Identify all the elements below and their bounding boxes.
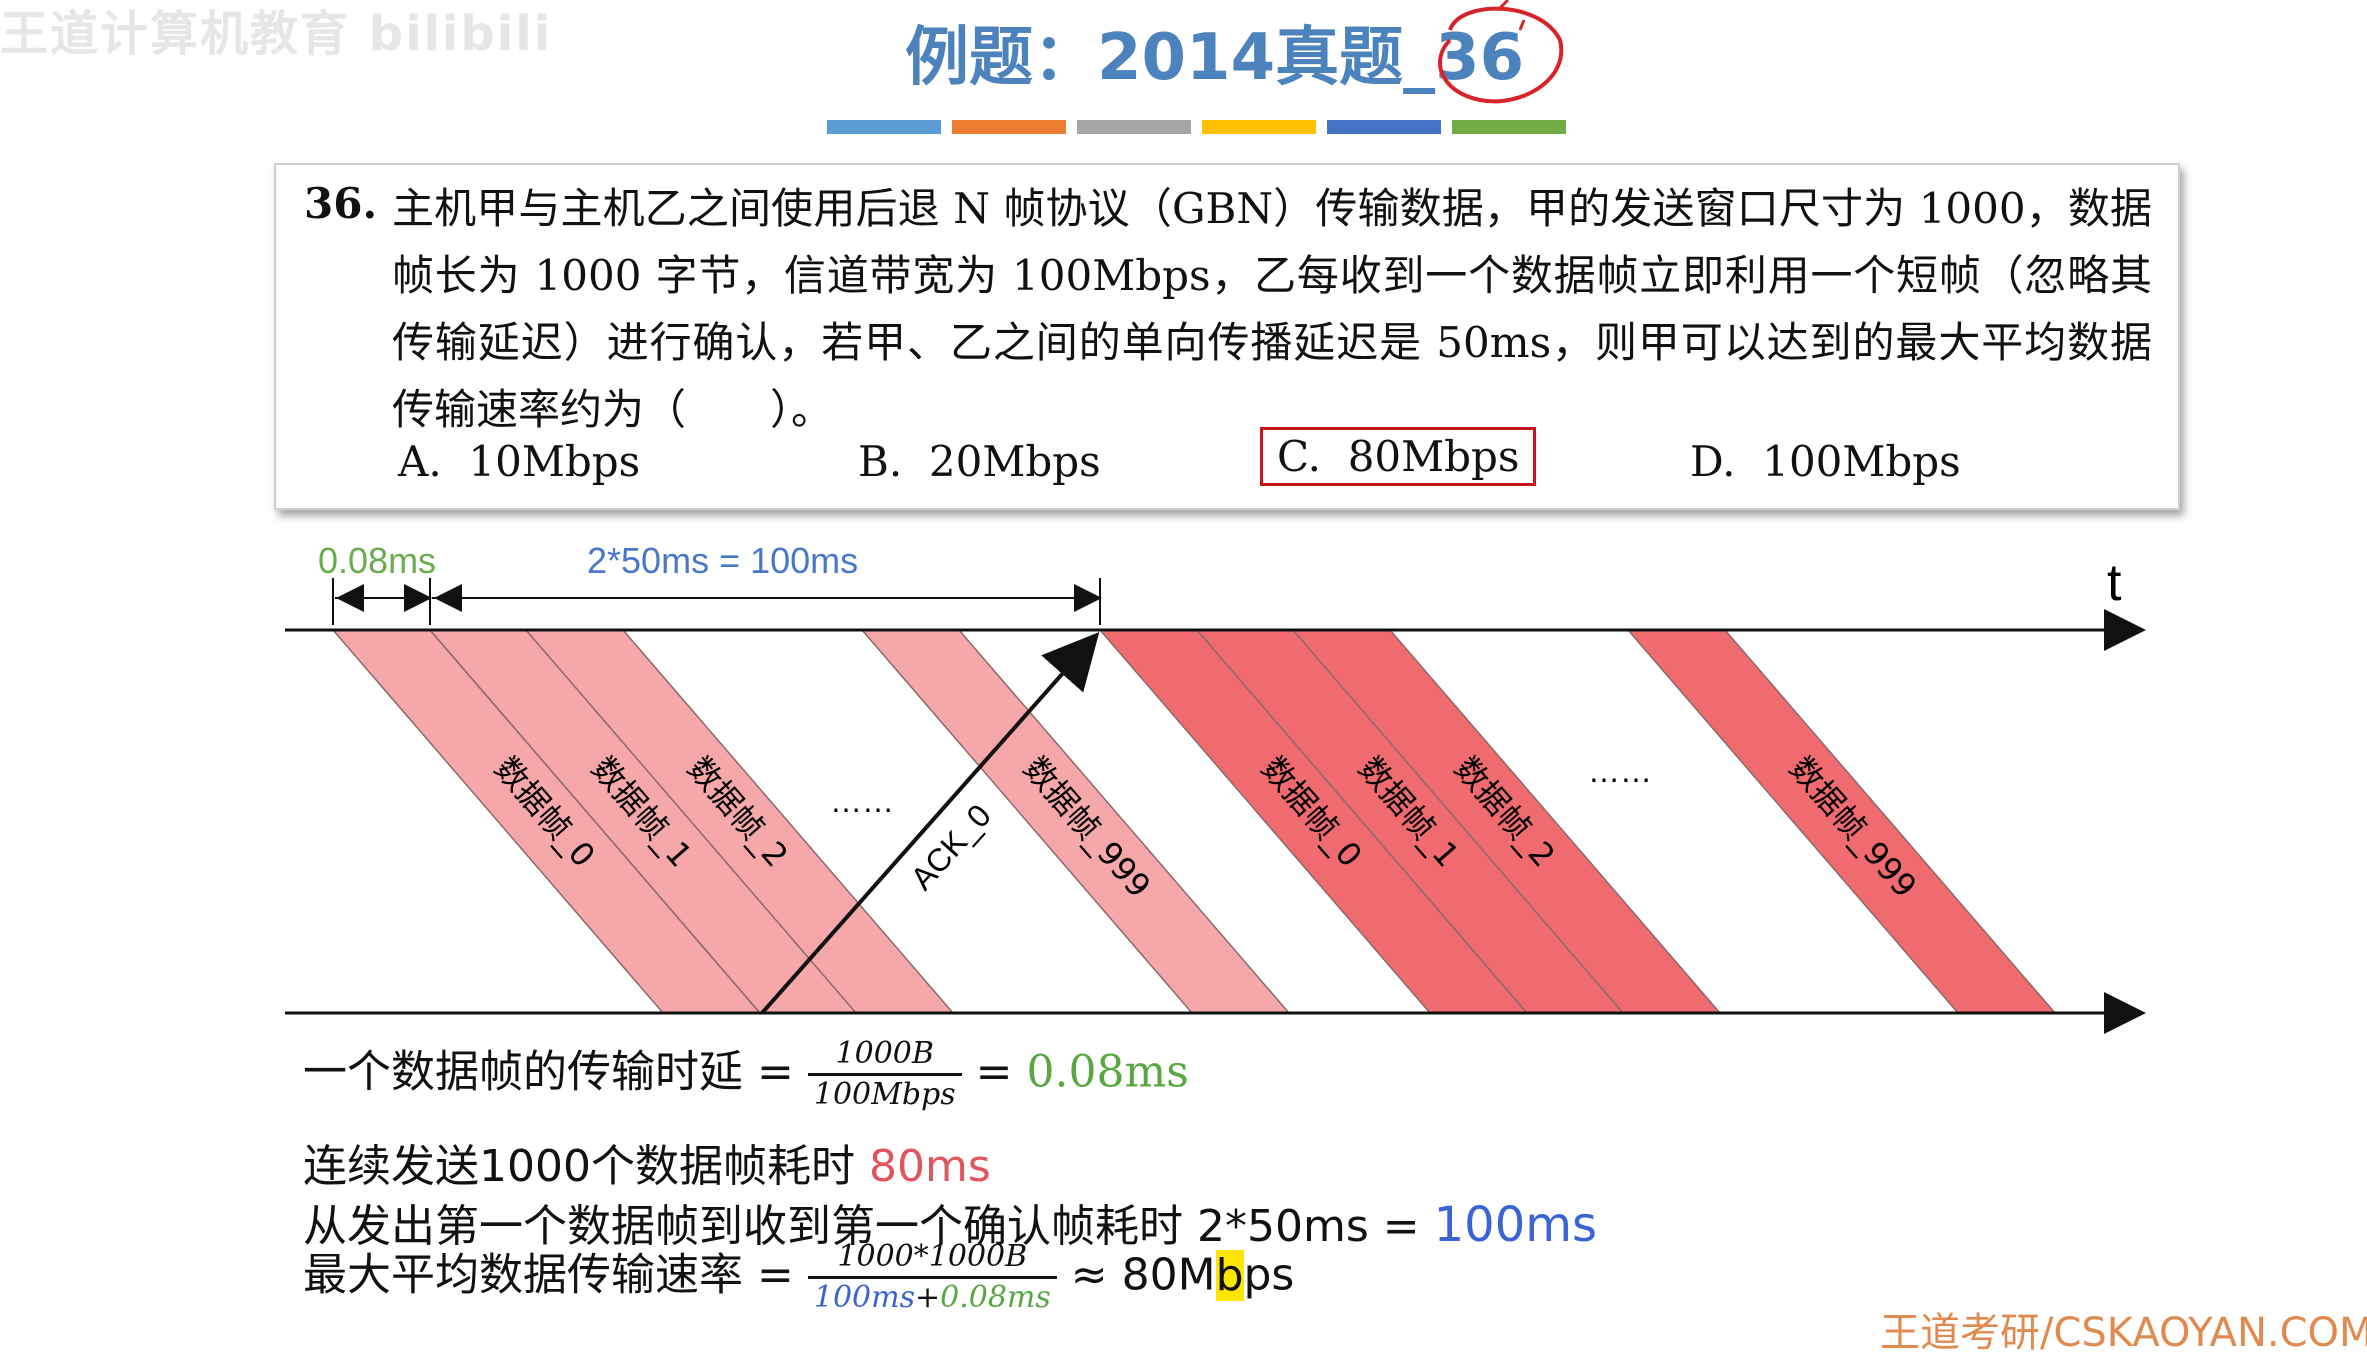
fraction: 1000B 100Mbps — [807, 1035, 962, 1114]
color-bar — [1327, 120, 1441, 134]
ack-label: ACK_0 — [903, 797, 998, 896]
color-bar — [1077, 120, 1191, 134]
highlight-mark: b — [1215, 1249, 1244, 1301]
dim-label-rtt: 2*50ms = 100ms — [587, 540, 858, 581]
option-b[interactable]: B. 20Mbps — [858, 437, 1101, 486]
title-prefix: 例题：2014真题_ — [905, 21, 1436, 95]
formula-batch-time: 连续发送1000个数据帧耗时 80ms — [303, 1141, 991, 1192]
gbn-timing-diagram: t t 0.08ms 2*50ms = 100ms 数据帧_0数据帧_1数据帧_… — [285, 540, 2146, 1040]
brand-logo-text: 王道考研/CSKAOYAN.COM — [1880, 1310, 2367, 1356]
time-axis-label-bottom: t — [2107, 1029, 2122, 1040]
question-box: 36. 主机甲与主机乙之间使用后退 N 帧协议（GBN）传输数据，甲的发送窗口尺… — [274, 163, 2180, 510]
color-bar — [1202, 120, 1316, 134]
option-c-selected[interactable]: C. 80Mbps — [1260, 427, 1537, 486]
question-text: 主机甲与主机乙之间使用后退 N 帧协议（GBN）传输数据，甲的发送窗口尺寸为 1… — [392, 184, 2152, 434]
color-bar — [1452, 120, 1566, 134]
fraction: 1000*1000B 100ms+0.08ms — [807, 1238, 1057, 1317]
circle-annotation-icon — [1438, 0, 1564, 104]
color-bar — [827, 120, 941, 134]
question-number: 36. — [304, 179, 378, 228]
result-blue: 100ms — [1433, 1197, 1598, 1253]
formula-transmission-delay: 一个数据帧的传输时延 = 1000B 100Mbps = 0.08ms — [303, 1035, 1189, 1114]
result-green: 0.08ms — [1026, 1046, 1189, 1098]
dim-label-transmit: 0.08ms — [318, 540, 436, 581]
color-bar-strip — [827, 120, 1566, 134]
option-a[interactable]: A. 10Mbps — [398, 437, 640, 486]
color-bar — [952, 120, 1066, 134]
time-axis-label-top: t — [2107, 554, 2122, 612]
option-d[interactable]: D. 100Mbps — [1690, 437, 1961, 486]
result-red: 80ms — [868, 1141, 991, 1192]
watermark: 王道计算机教育 bilibili — [0, 6, 553, 62]
ellipsis-second: …… — [1588, 753, 1652, 789]
formula-max-rate: 最大平均数据传输速率 = 1000*1000B 100ms+0.08ms ≈ 80… — [303, 1238, 1295, 1317]
ellipsis-first: …… — [830, 783, 894, 819]
